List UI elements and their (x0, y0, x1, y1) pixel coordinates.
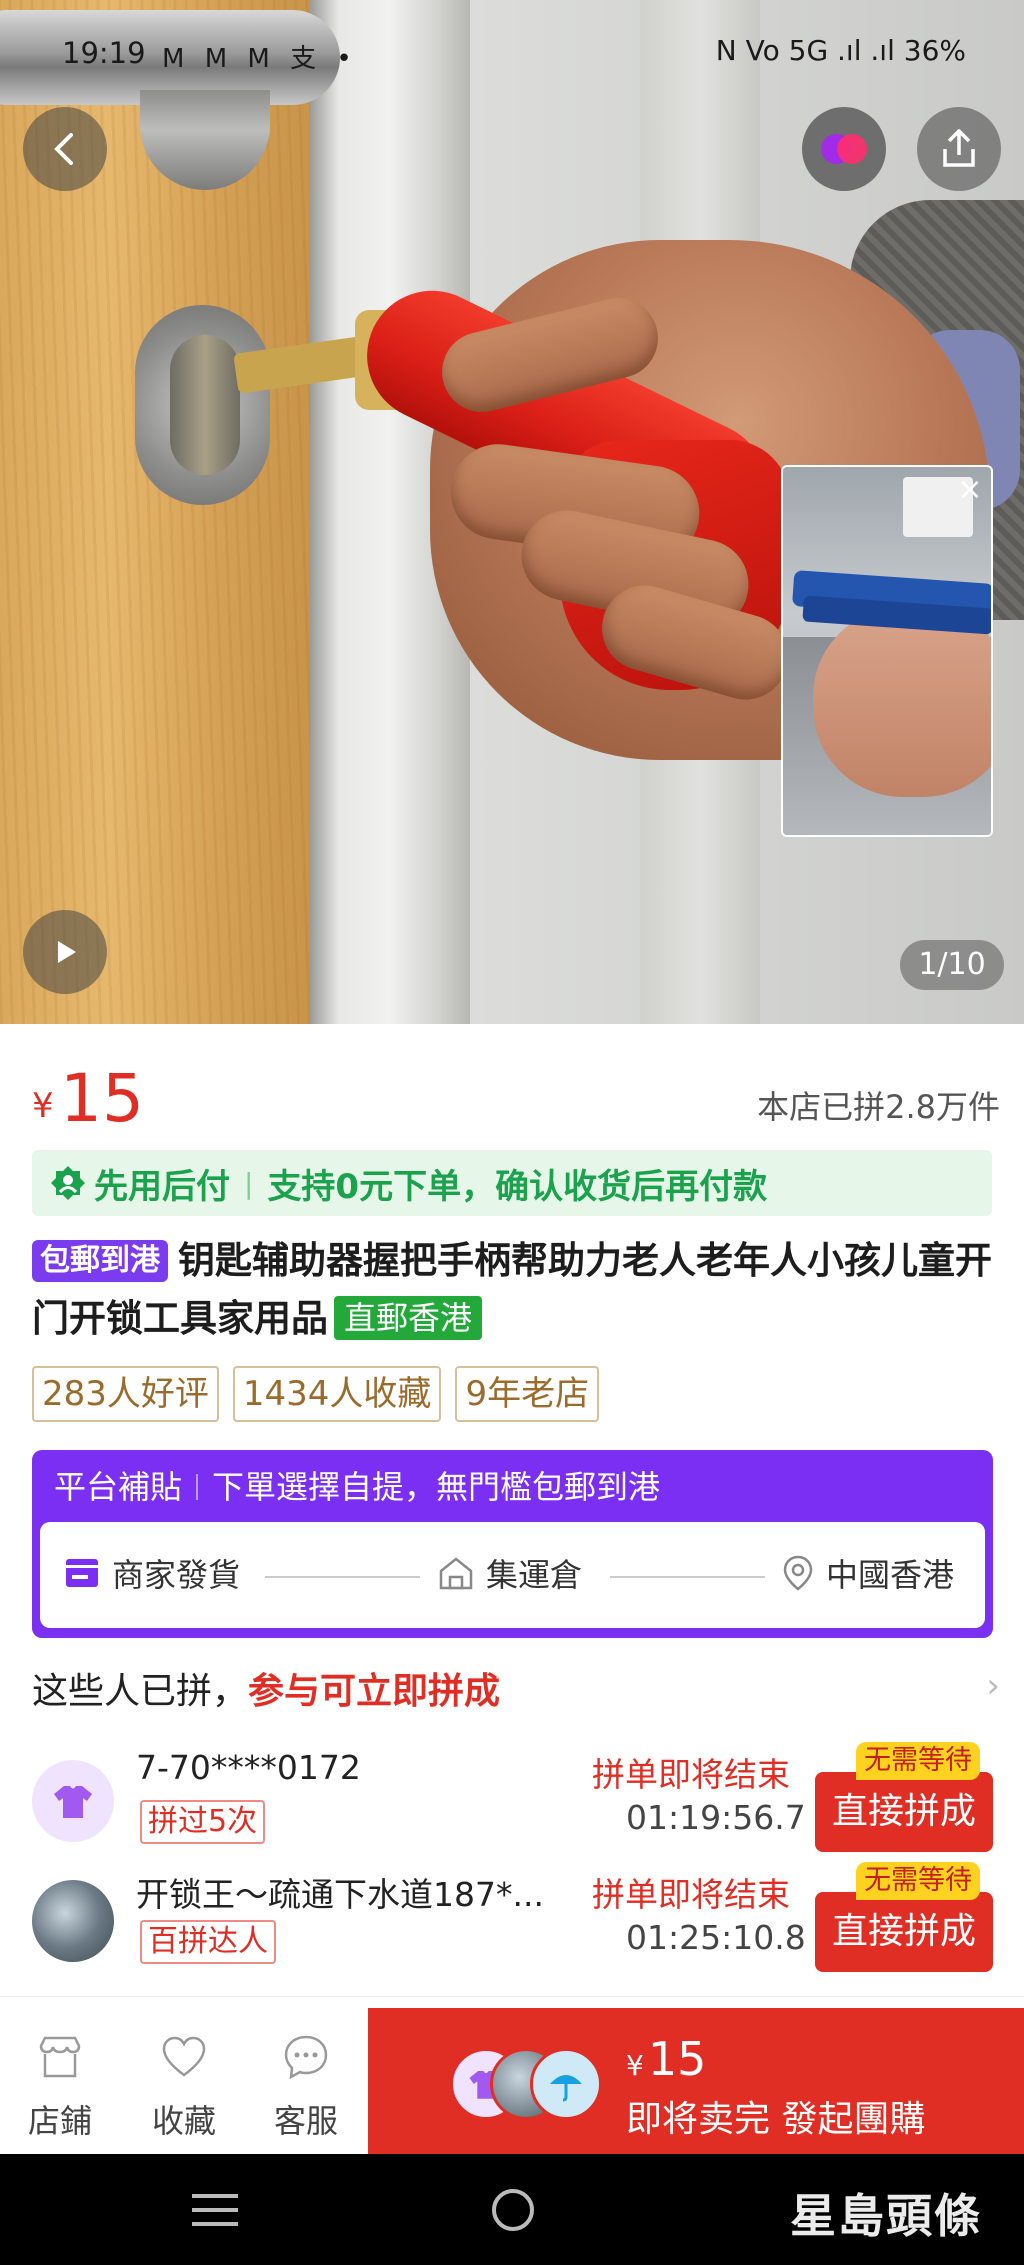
cta-label: 即将卖完 發起團購 (626, 2099, 926, 2140)
lock-keyway (170, 335, 240, 475)
menu-icon[interactable] (190, 2188, 240, 2232)
reviews-stat[interactable]: 283人好评 (32, 1366, 219, 1422)
badge-icon (51, 1166, 85, 1200)
direct-mail-badge: 直郵香港 (334, 1296, 483, 1340)
share-icon (943, 129, 975, 167)
pay-later-label: 先用后付 (94, 1166, 230, 1207)
store-label: 店鋪 (27, 2102, 92, 2140)
step-destination: 中國香港 (780, 1550, 954, 1596)
product-title: 包郵到港 钥匙辅助器握把手柄帮助力老人老年人小孩儿童开门开锁工具家用品 直郵香港 (32, 1232, 997, 1348)
tshirt-icon (54, 1786, 92, 1818)
service-label: 客服 (273, 2102, 338, 2140)
joined-prefix: 这些人已拼， (32, 1671, 249, 1712)
chevron-right-icon[interactable]: › (986, 1666, 1000, 1706)
price-row: ¥ 15 本店已拼2.8万件 (0, 1024, 1024, 1144)
news-watermark: 星島頭條 (790, 2189, 982, 2243)
chevron-left-icon (54, 133, 73, 165)
price-value: 15 (60, 1060, 144, 1137)
subsidy-header: 平台補貼 下單選擇自提，無門檻包郵到港 (54, 1462, 660, 1508)
location-pin-icon (783, 1555, 813, 1591)
step-warehouse: 集運倉 (436, 1550, 582, 1596)
brand-button[interactable] (802, 107, 886, 191)
step-label: 中國香港 (826, 1556, 955, 1594)
warehouse-icon (439, 1557, 473, 1590)
favorites-stat: 1434人收藏 (232, 1366, 442, 1422)
join-group-button[interactable]: 直接拼成 (815, 1892, 993, 1972)
group-status: 拼单即将结束 (592, 1875, 790, 1914)
signal-battery-status: N Vo 5G .ıl .ıl 36% (715, 34, 966, 67)
status-bar: 19:19 M M M 支 • N Vo 5G .ıl .ıl 36% (0, 30, 1024, 80)
store-stats: 283人好评 1434人收藏 9年老店 (32, 1366, 600, 1422)
join-group-button[interactable]: 直接拼成 (815, 1772, 993, 1852)
step-merchant: 商家發貨 (62, 1550, 240, 1596)
sold-count: 本店已拼2.8万件 (757, 1088, 1000, 1126)
route-line (265, 1576, 420, 1578)
status-time: 19:19 (62, 36, 146, 70)
store-age-stat: 9年老店 (455, 1366, 600, 1422)
back-button[interactable] (23, 107, 107, 191)
avatar (530, 2048, 602, 2120)
store-button[interactable]: 店鋪 (0, 2008, 120, 2154)
route-line (610, 1576, 765, 1578)
no-wait-badge: 无需等待 (856, 1742, 980, 1780)
participant-avatars (450, 2048, 602, 2124)
heart-icon (162, 2036, 206, 2077)
currency-symbol: ¥ (32, 1086, 54, 1126)
cta-price-value: 15 (647, 2032, 707, 2086)
video-preview-window[interactable]: × (781, 465, 993, 837)
group-user-name: 7-70****0172 (136, 1748, 361, 1787)
store-icon (39, 2036, 81, 2078)
cta-price: ¥15 (626, 2032, 706, 2086)
divider: | (244, 1166, 254, 1200)
divider (196, 1474, 199, 1500)
image-counter: 1/10 (900, 940, 1004, 990)
joined-header[interactable]: 这些人已拼，参与可立即拼成 (32, 1662, 500, 1714)
avatar (32, 1760, 114, 1842)
chat-bubble-icon (284, 2035, 328, 2080)
subsidy-label: 平台補貼 (54, 1468, 183, 1506)
group-user-name: 开锁王～疏通下水道187*... (136, 1875, 544, 1914)
joined-highlight: 参与可立即拼成 (248, 1671, 501, 1712)
shipping-route: 商家發貨 集運倉 中國香港 (40, 1522, 985, 1628)
no-wait-badge: 无需等待 (856, 1862, 980, 1900)
shipping-tag: 包郵到港 (32, 1240, 168, 1282)
shipping-subsidy-box[interactable]: 平台補貼 下單選擇自提，無門檻包郵到港 商家發貨 集運倉 中國香港 (32, 1450, 993, 1638)
user-badge: 百拼达人 (140, 1920, 276, 1964)
countdown: 01:19:56.7 (626, 1798, 806, 1837)
product-title-text: 钥匙辅助器握把手柄帮助力老人老年人小孩儿童开门开锁工具家用品 (32, 1239, 992, 1340)
user-badge: 拼过5次 (140, 1800, 266, 1844)
step-label: 集運倉 (486, 1556, 583, 1594)
subsidy-desc: 下單選擇自提，無門檻包郵到港 (212, 1468, 661, 1506)
divider (0, 1996, 1024, 1997)
pay-later-banner[interactable]: 先用后付 | 支持0元下单，确认收货后再付款 (32, 1150, 992, 1216)
group-row: 7-70****0172 拼过5次 拼单即将结束 01:19:56.7 直接拼成… (0, 1742, 1024, 1862)
countdown: 01:25:10.8 (626, 1918, 806, 1957)
start-group-buy-button[interactable]: ¥15 即将卖完 發起團購 (368, 2008, 1024, 2154)
home-icon[interactable] (489, 2186, 537, 2234)
step-label: 商家發貨 (112, 1556, 241, 1594)
product-image[interactable]: 19:19 M M M 支 • N Vo 5G .ıl .ıl 36% × 1/… (0, 0, 1024, 1024)
customer-service-button[interactable]: 客服 (246, 2008, 366, 2154)
play-icon (58, 941, 76, 963)
group-status: 拼单即将结束 (592, 1755, 790, 1794)
preview-hand (813, 607, 991, 797)
brand-logo-icon (821, 134, 867, 164)
close-icon[interactable]: × (955, 475, 985, 505)
group-row: 开锁王～疏通下水道187*... 百拼达人 拼单即将结束 01:25:10.8 … (0, 1862, 1024, 1982)
favorite-button[interactable]: 收藏 (124, 2008, 244, 2154)
cta-currency: ¥ (626, 2049, 644, 2082)
share-button[interactable] (917, 107, 1001, 191)
play-video-button[interactable] (23, 910, 107, 994)
notification-icons: M M M 支 • (162, 44, 358, 74)
umbrella-icon (550, 2075, 582, 2102)
avatar (32, 1880, 114, 1962)
pay-later-desc: 支持0元下单，确认收货后再付款 (267, 1166, 768, 1207)
shop-box-icon (66, 1559, 98, 1587)
favorite-label: 收藏 (151, 2102, 216, 2140)
